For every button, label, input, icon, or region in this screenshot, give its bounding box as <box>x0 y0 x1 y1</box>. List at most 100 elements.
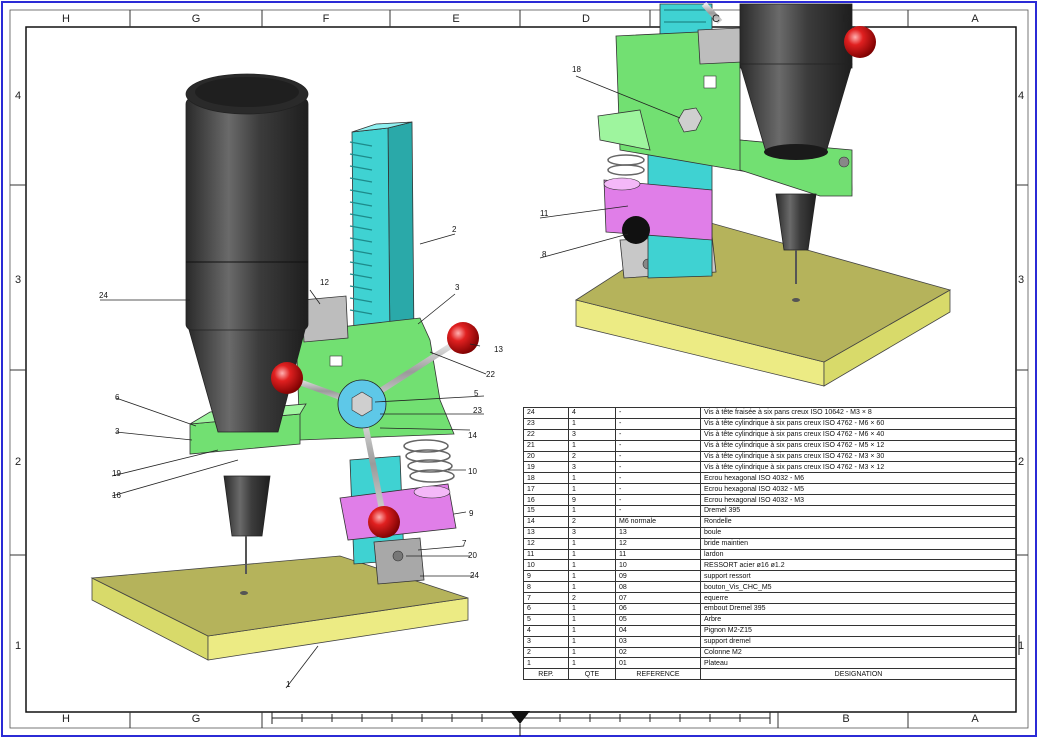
bom-cell-ref: 07 <box>615 592 701 605</box>
zone-bottom-a: A <box>971 713 979 725</box>
bom-cell-ref: - <box>615 417 701 430</box>
bom-cell-qte: 1 <box>568 417 616 430</box>
bom-cell-rep: 12 <box>523 537 569 550</box>
r-ball <box>844 26 876 58</box>
bom-cell-des: Vis à tête cylindrique à six pans creux … <box>700 450 1017 463</box>
bom-row: 21 1- Vis à tête cylindrique à six pans cr… <box>523 439 1017 452</box>
bom-cell-ref: - <box>615 407 701 419</box>
bom-row: 20 2- Vis à tête cylindrique à six pans cr… <box>523 450 1017 463</box>
bom-header-rep: REP. <box>523 668 569 681</box>
motor-body <box>185 97 309 331</box>
bom-cell-des: Vis à tête cylindrique à six pans creux … <box>700 439 1017 452</box>
bom-row: 17 1- Ecrou hexagonal ISO 4032 - M5 <box>523 483 1017 496</box>
bom-cell-rep: 22 <box>523 428 569 441</box>
bom-cell-des: support ressort <box>700 570 1017 583</box>
callout-8: 8 <box>542 250 547 259</box>
bom-cell-ref: - <box>615 505 701 517</box>
bom-row: 6 1 06 embout Dremel 395 <box>523 603 1017 615</box>
r-chuck <box>775 193 817 251</box>
callout-2: 2 <box>452 225 457 234</box>
ball-1 <box>271 362 303 394</box>
bom-cell-ref: 10 <box>615 559 701 572</box>
zone-top-f: F <box>322 13 330 25</box>
zone-left-2: 2 <box>14 456 22 468</box>
r-spring <box>607 154 645 176</box>
bom-row: 22 3- Vis à tête cylindrique à six pans cr… <box>523 428 1017 441</box>
left-assembly-view <box>90 73 479 661</box>
bill-of-materials: 24 4- Vis à tête fraisée à six pans creux … <box>523 407 1017 681</box>
bom-cell-qte: 1 <box>568 472 616 485</box>
bom-cell-des: embout Dremel 395 <box>700 603 1017 615</box>
r-clamp <box>697 27 743 65</box>
bom-cell-des: lardon <box>700 548 1017 561</box>
zone-left-4: 4 <box>14 90 22 102</box>
bom-cell-ref: 12 <box>615 537 701 550</box>
bom-cell-ref: - <box>615 428 701 441</box>
bom-row: 1 1 01 Plateau <box>523 657 1017 670</box>
bom-row: 2 1 02 Colonne M2 <box>523 646 1017 659</box>
bom-cell-ref: 03 <box>615 635 701 648</box>
bom-cell-qte: 1 <box>568 505 616 517</box>
bom-cell-qte: 1 <box>568 657 616 670</box>
bom-row: 19 3- Vis à tête cylindrique à six pans cr… <box>523 461 1017 474</box>
bom-cell-qte: 1 <box>568 483 616 496</box>
bom-cell-des: Vis à tête fraisée à six pans creux ISO … <box>700 407 1017 419</box>
bom-cell-qte: 1 <box>568 559 616 572</box>
bom-cell-qte: 9 <box>568 494 616 507</box>
clamp-block <box>301 295 349 343</box>
bom-row: 13 3 13 boule <box>523 526 1017 539</box>
callout-3a: 3 <box>115 427 120 436</box>
bom-cell-rep: 3 <box>523 635 569 648</box>
bom-row: 3 1 03 support dremel <box>523 635 1017 648</box>
callout-13: 13 <box>494 345 503 354</box>
callout-18: 18 <box>572 65 581 74</box>
bom-cell-des: Arbre <box>700 613 1017 626</box>
bom-cell-rep: 16 <box>523 494 569 507</box>
bom-cell-ref: 08 <box>615 581 701 594</box>
bom-cell-des: bouton_Vis_CHC_M5 <box>700 581 1017 594</box>
zone-left-3: 3 <box>14 274 22 286</box>
plate-hole <box>240 591 248 595</box>
bom-cell-qte: 1 <box>568 570 616 583</box>
bom-header-des: DESIGNATION <box>700 668 1017 681</box>
bom-cell-rep: 11 <box>523 548 569 561</box>
zone-top-h: H <box>62 13 70 25</box>
bom-cell-qte: 1 <box>568 624 616 637</box>
callout-6: 6 <box>115 393 120 402</box>
r-motor-body <box>739 3 853 69</box>
zone-top-b: B <box>842 13 850 25</box>
callout-24: 24 <box>470 571 479 580</box>
right-detail-view <box>575 2 952 387</box>
zone-bottom-b: B <box>842 713 850 725</box>
ball-2 <box>447 322 479 354</box>
bom-cell-ref: 04 <box>615 624 701 637</box>
callout-14: 14 <box>468 431 477 440</box>
callout-9: 9 <box>469 509 474 518</box>
callout-5: 5 <box>474 389 479 398</box>
bom-row: 5 1 05 Arbre <box>523 613 1017 626</box>
bom-cell-rep: 5 <box>523 613 569 626</box>
callout-10: 10 <box>468 467 477 476</box>
callout-22: 22 <box>486 370 495 379</box>
bom-cell-ref: - <box>615 483 701 496</box>
bom-header-row: REP. QTE REFERENCE DESIGNATION <box>523 668 1017 681</box>
bom-cell-rep: 4 <box>523 624 569 637</box>
bom-cell-ref: 13 <box>615 526 701 539</box>
bom-header-qte: QTE <box>568 668 616 681</box>
bom-cell-des: equerre <box>700 592 1017 605</box>
callout-1: 1 <box>286 680 291 689</box>
bom-cell-des: bride maintien <box>700 537 1017 550</box>
bom-cell-rep: 6 <box>523 603 569 615</box>
bom-cell-ref: - <box>615 494 701 507</box>
bom-cell-des: boule <box>700 526 1017 539</box>
bom-row: 18 1- Ecrou hexagonal ISO 4032 - M6 <box>523 472 1017 485</box>
bom-cell-des: Vis à tête cylindrique à six pans creux … <box>700 417 1017 430</box>
callout-3b: 3 <box>455 283 460 292</box>
bom-cell-des: Ecrou hexagonal ISO 4032 - M5 <box>700 483 1017 496</box>
bom-cell-ref: 09 <box>615 570 701 583</box>
bom-cell-rep: 23 <box>523 417 569 430</box>
bom-cell-ref: - <box>615 461 701 474</box>
rack-side <box>387 121 415 347</box>
bom-cell-qte: 2 <box>568 592 616 605</box>
callout-7: 7 <box>462 539 467 548</box>
